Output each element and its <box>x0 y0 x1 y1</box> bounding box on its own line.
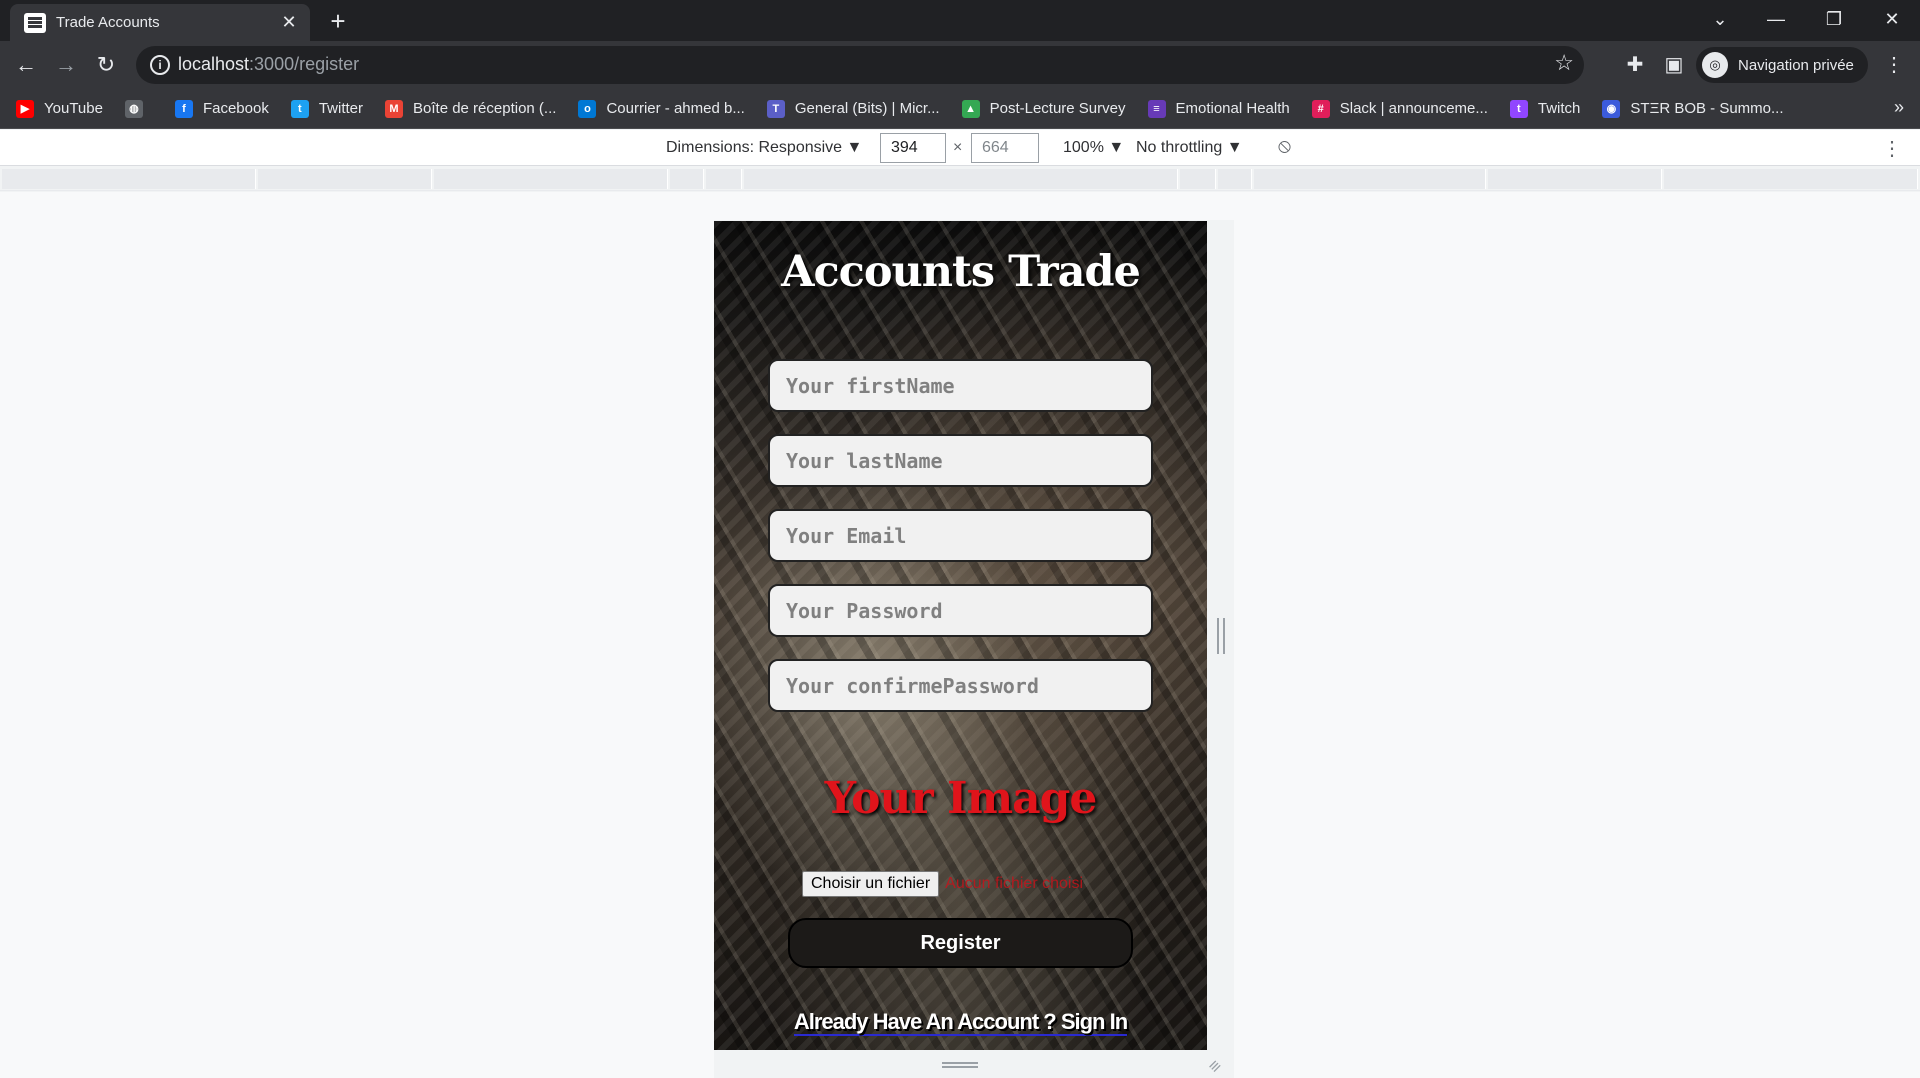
resize-handle-bottom[interactable] <box>942 1062 978 1068</box>
bookmark-label: Twitch <box>1537 100 1581 117</box>
media-query-segment[interactable] <box>1180 169 1216 189</box>
close-tab-icon[interactable]: ✕ <box>278 12 300 33</box>
restore-button[interactable]: ❐ <box>1806 0 1862 41</box>
bookmark-item[interactable]: t Twitch <box>1509 99 1581 118</box>
more-bookmarks-icon[interactable]: » <box>1894 97 1904 118</box>
bookmark-item[interactable]: M Boîte de réception (... <box>385 99 557 118</box>
bookmarks-bar: ▶ YouTube ◍ f Facebook t Twitter M Boîte de réce… <box>0 89 1920 129</box>
side-panel-icon[interactable]: ▣ <box>1660 51 1688 79</box>
media-query-segment[interactable] <box>1664 169 1918 189</box>
bookmark-item[interactable]: ▶ YouTube <box>16 99 103 118</box>
device-toolbar: Dimensions: Responsive ▼ 394 × 664 100% … <box>0 130 1920 166</box>
bookmark-favicon-icon: ▶ <box>16 99 34 118</box>
dimensions-dropdown[interactable]: Dimensions: Responsive ▼ <box>666 139 862 157</box>
file-status: Aucun fichier choisi <box>945 875 1083 892</box>
media-query-segment[interactable] <box>2 169 256 189</box>
bookmark-favicon-icon: ◉ <box>1602 99 1621 118</box>
bookmark-item[interactable]: o Courrier - ahmed b... <box>578 99 745 118</box>
dimension-separator: × <box>953 139 963 156</box>
bookmark-label: Boîte de réception (... <box>413 100 557 117</box>
bookmark-item[interactable]: ≡ Emotional Health <box>1147 99 1290 118</box>
image-heading: Your Image <box>824 773 1098 824</box>
throttling-dropdown[interactable]: No throttling ▼ <box>1136 139 1243 157</box>
forward-icon[interactable]: → <box>48 47 84 83</box>
sign-in-link[interactable]: Already Have An Account ? Sign In <box>714 1009 1207 1036</box>
bookmark-label: Emotional Health <box>1175 100 1290 117</box>
password-input[interactable] <box>768 584 1153 637</box>
bookmark-item[interactable]: # Slack | announceme... <box>1311 99 1488 118</box>
viewport-width-input[interactable]: 394 <box>880 133 946 163</box>
first-name-input[interactable] <box>768 359 1153 412</box>
browser-tab[interactable]: Trade Accounts ✕ <box>10 4 310 41</box>
bookmark-item[interactable]: T General (Bits) | Micr... <box>766 99 940 118</box>
media-query-segment[interactable] <box>1488 169 1662 189</box>
media-query-segment[interactable] <box>434 169 668 189</box>
bookmark-label: Facebook <box>202 100 269 117</box>
reload-icon[interactable]: ↻ <box>88 47 124 83</box>
bookmark-favicon-icon: ≡ <box>1147 99 1166 118</box>
browser-toolbar: ← → ↻ i localhost:3000/register ☆ ✚ ▣ ◎ … <box>0 41 1920 89</box>
bookmark-label: Courrier - ahmed b... <box>606 100 745 117</box>
bookmark-label: General (Bits) | Micr... <box>794 100 940 117</box>
file-upload: Choisir un fichier Aucun fichier choisi <box>802 871 1083 897</box>
minimize-button[interactable]: — <box>1748 0 1804 41</box>
media-query-segment[interactable] <box>706 169 742 189</box>
bookmark-favicon-icon: f <box>174 99 193 118</box>
media-query-segment[interactable] <box>670 169 704 189</box>
bookmark-star-icon[interactable]: ☆ <box>1554 50 1574 76</box>
last-name-input[interactable] <box>768 434 1153 487</box>
bookmark-favicon-icon: o <box>578 99 597 118</box>
bookmark-favicon-icon: t <box>290 99 309 118</box>
incognito-profile-button[interactable]: ◎ Navigation privée <box>1696 47 1868 83</box>
profile-label: Navigation privée <box>1738 56 1854 74</box>
register-button[interactable]: Register <box>788 918 1133 968</box>
tab-strip: Trade Accounts ✕ + ⌄ — ❐ ✕ <box>0 0 1920 41</box>
bookmark-item[interactable]: ▲ Post-Lecture Survey <box>961 99 1126 118</box>
bookmark-favicon-icon: ▲ <box>961 99 980 118</box>
bookmark-favicon-icon: t <box>1509 99 1528 118</box>
viewport-height-input[interactable]: 664 <box>971 133 1039 163</box>
site-info-icon[interactable]: i <box>150 55 170 75</box>
incognito-icon: ◎ <box>1702 52 1728 78</box>
extensions-icon[interactable]: ✚ <box>1621 51 1649 79</box>
bookmark-item[interactable]: ◉ STΞR BOB - Summo... <box>1602 99 1784 118</box>
resize-handle-right[interactable] <box>1217 618 1225 654</box>
page-title: Accounts Trade <box>781 247 1141 297</box>
media-query-bar[interactable] <box>0 167 1920 191</box>
close-window-button[interactable]: ✕ <box>1864 0 1920 41</box>
tab-search-icon[interactable]: ⌄ <box>1692 0 1748 41</box>
bookmark-item[interactable]: ◍ <box>124 99 153 118</box>
register-page: Accounts Trade Your Image Choisir un fic… <box>714 221 1207 1050</box>
browser-menu-icon[interactable]: ⋮ <box>1880 51 1908 79</box>
device-options-icon[interactable]: ⋮ <box>1882 136 1902 161</box>
bookmark-label: STΞR BOB - Summo... <box>1630 100 1784 117</box>
bookmark-favicon-icon: T <box>766 99 785 118</box>
tab-title: Trade Accounts <box>56 14 160 31</box>
bookmark-favicon-icon: M <box>385 99 404 118</box>
media-query-segment[interactable] <box>744 169 1178 189</box>
url-text[interactable]: localhost:3000/register <box>178 54 359 75</box>
bookmark-label: Twitter <box>318 100 364 117</box>
email-input[interactable] <box>768 509 1153 562</box>
bookmark-favicon-icon: ◍ <box>124 99 143 118</box>
bookmark-favicon-icon: # <box>1311 99 1330 118</box>
address-bar[interactable]: i localhost:3000/register ☆ <box>136 46 1584 84</box>
bookmark-label: Slack | announceme... <box>1339 100 1488 117</box>
zoom-dropdown[interactable]: 100% ▼ <box>1063 139 1124 157</box>
rotate-icon[interactable]: ⦸ <box>1278 135 1291 158</box>
back-icon[interactable]: ← <box>8 47 44 83</box>
new-tab-button[interactable]: + <box>322 6 354 36</box>
page-favicon-icon <box>24 12 46 33</box>
bookmark-item[interactable]: f Facebook <box>174 99 269 118</box>
confirm-password-input[interactable] <box>768 659 1153 712</box>
bookmark-item[interactable]: t Twitter <box>290 99 364 118</box>
bookmark-label: Post-Lecture Survey <box>989 100 1126 117</box>
media-query-segment[interactable] <box>258 169 432 189</box>
bookmark-label: YouTube <box>44 100 103 117</box>
choose-file-button[interactable]: Choisir un fichier <box>802 871 940 897</box>
media-query-segment[interactable] <box>1254 169 1486 189</box>
media-query-segment[interactable] <box>1218 169 1252 189</box>
